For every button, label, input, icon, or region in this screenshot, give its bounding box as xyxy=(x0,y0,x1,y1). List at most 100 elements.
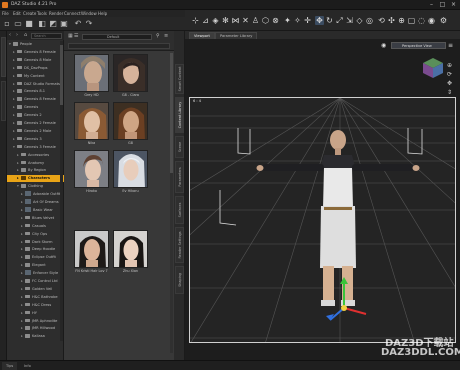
tab-viewport[interactable]: Viewport xyxy=(189,32,215,39)
tree-item[interactable]: ▸ Basic Wear xyxy=(7,206,64,214)
universal-tool-icon[interactable]: ✛ xyxy=(303,16,312,25)
region-navigator-icon[interactable]: ◈ xyxy=(211,16,220,25)
pan-icon[interactable]: ✣ xyxy=(387,16,396,25)
content-scrollbar[interactable] xyxy=(170,53,173,353)
tree-item[interactable]: ▸ Genesis 8.1 xyxy=(7,88,64,95)
smart-content-tab[interactable] xyxy=(1,37,6,77)
tree-item[interactable]: ▸ H&C Bathrobe xyxy=(7,294,64,301)
active-pose-icon[interactable]: ♙ xyxy=(251,16,260,25)
tree-item[interactable]: ▸ Characters xyxy=(7,175,64,183)
undo-icon[interactable]: ↶ xyxy=(73,19,83,29)
content-tile[interactable]: G8 xyxy=(113,102,148,148)
tree-item[interactable]: ▸ Anatomy xyxy=(7,160,64,167)
dolly-icon[interactable]: ⊕ xyxy=(397,16,406,25)
tab-scene[interactable]: Scene xyxy=(175,136,184,158)
tab-content-library[interactable]: Content Library xyxy=(175,97,184,133)
tree-item[interactable]: ▸ HY xyxy=(7,310,64,317)
open-icon[interactable]: ▭ xyxy=(13,19,23,29)
tab-render-settings[interactable]: Render Settings xyxy=(175,227,184,263)
scale-icon[interactable]: ⤢ xyxy=(335,16,344,25)
transform-icon[interactable]: ⬡ xyxy=(261,16,270,25)
tile-view-icon[interactable]: ▦ xyxy=(68,34,73,39)
menu-file[interactable]: File xyxy=(2,11,9,16)
spot-render-icon[interactable]: ✕ xyxy=(241,16,250,25)
forward-arrow-icon[interactable]: › xyxy=(16,33,21,38)
tree-item[interactable]: ▸ Deep Hoodie xyxy=(7,246,64,253)
tree-item[interactable]: ▸ Genesis 8 Female xyxy=(7,49,64,56)
tab-info[interactable]: Info xyxy=(20,362,35,370)
save-icon[interactable]: ■ xyxy=(24,19,34,29)
tree-item[interactable]: ▾ People xyxy=(7,41,64,48)
tree-item[interactable]: ▸ H&C Dress xyxy=(7,302,64,309)
camera-icon[interactable]: ◉ xyxy=(381,42,389,49)
content-scrollbar-thumb[interactable] xyxy=(170,53,173,173)
tree-item[interactable]: ▸ Blues Velvet xyxy=(7,215,64,222)
node-weight-icon[interactable]: ◉ xyxy=(427,16,436,25)
viewport-menu-icon[interactable]: ≡ xyxy=(448,42,456,49)
menu-render[interactable]: Render xyxy=(49,11,63,16)
tree-item[interactable]: ▾ Genesis 3 Female xyxy=(7,144,64,151)
joint-editor-icon[interactable]: ✻ xyxy=(221,16,230,25)
cube-icon[interactable]: ◇ xyxy=(355,16,364,25)
pan-view-icon[interactable]: ✥ xyxy=(447,79,456,88)
content-tile[interactable]: Hiroko xyxy=(74,150,109,196)
back-arrow-icon[interactable]: ‹ xyxy=(9,33,14,38)
tree-item[interactable]: ▸ Casuals xyxy=(7,223,64,230)
tree-item[interactable]: ▸ Art Of Dreams xyxy=(7,199,64,206)
scene-view[interactable]: 6 : 4 xyxy=(189,97,456,343)
tree-scrollbar-thumb[interactable] xyxy=(60,45,63,105)
menu-window[interactable]: Window xyxy=(81,11,97,16)
tree-item[interactable]: ▸ Genesis 2 Male xyxy=(7,128,64,135)
view-cube-icon[interactable] xyxy=(421,56,445,80)
content-library-tab[interactable] xyxy=(1,81,6,121)
orbit-icon[interactable]: ⟲ xyxy=(377,16,386,25)
tree-item[interactable]: ▸ JMR Hillwood xyxy=(7,325,64,332)
render-icon[interactable]: ◩ xyxy=(48,19,58,29)
panel-menu-icon[interactable]: ≡ xyxy=(164,34,169,39)
redo-icon[interactable]: ↷ xyxy=(84,19,94,29)
tree-item[interactable]: ▸ Genesis 8 Male xyxy=(7,57,64,64)
tree-item[interactable]: ▸ Dark Storm xyxy=(7,239,64,246)
list-view-icon[interactable]: ☰ xyxy=(74,34,79,39)
zoom-icon[interactable]: ⊕ xyxy=(447,61,456,70)
content-tile[interactable]: Ev Hikaru xyxy=(113,150,148,196)
tree-item[interactable]: ▸ Adorable Outfit xyxy=(7,191,64,198)
tree-item[interactable]: ▸ Genesis xyxy=(7,104,64,111)
content-filter-input[interactable] xyxy=(68,43,170,49)
menu-create[interactable]: Create xyxy=(23,11,36,16)
tree-item[interactable]: ▸ Eclipse Outfit xyxy=(7,254,64,261)
content-tile[interactable]: FN Kristi Hair Lov 7 xyxy=(74,230,109,276)
geometry-editor-icon[interactable]: ⋈ xyxy=(231,16,240,25)
tab-parameters[interactable]: Parameters xyxy=(175,161,184,193)
surface-selection-icon[interactable]: ⊿ xyxy=(201,16,210,25)
tab-shaping[interactable]: Shaping xyxy=(175,266,184,294)
tree-item[interactable]: ▸ Genesis 3 xyxy=(7,136,64,143)
close-button[interactable]: × xyxy=(448,1,459,9)
home-icon[interactable]: ⌂ xyxy=(24,33,29,38)
tree-item[interactable]: ▸ My Content xyxy=(7,73,64,80)
rotate-icon[interactable]: ↻ xyxy=(325,16,334,25)
menu-tools[interactable]: Tools xyxy=(37,11,47,16)
camera-select[interactable]: Perspective View xyxy=(391,42,446,49)
minimize-button[interactable]: – xyxy=(426,1,437,9)
figure-icon[interactable]: ✦ xyxy=(283,16,292,25)
lasso-icon[interactable]: ◌ xyxy=(417,16,426,25)
filter-icon[interactable]: ⚲ xyxy=(156,34,161,39)
tree-item[interactable]: ▸ Kallasa xyxy=(7,333,64,340)
translate-icon[interactable]: ⇲ xyxy=(345,16,354,25)
content-tile[interactable]: Grey HD xyxy=(74,54,109,100)
tab-parameter-library[interactable]: Parameter Library xyxy=(215,32,258,39)
tree-item[interactable]: ▸ Elegant xyxy=(7,262,64,269)
tab-tips[interactable]: Tips xyxy=(2,362,18,370)
tree-item[interactable]: ▸ Genesis 2 Female xyxy=(7,120,64,127)
frame-icon[interactable]: ▢ xyxy=(407,16,416,25)
orbit-view-icon[interactable]: ⟳ xyxy=(447,70,456,79)
new-scene-icon[interactable]: ▫ xyxy=(2,19,12,29)
maximize-button[interactable]: □ xyxy=(437,1,448,9)
search-input[interactable]: Search xyxy=(31,32,62,39)
menu-help[interactable]: Help xyxy=(98,11,107,16)
tree-item[interactable]: ▸ Enforcer Style xyxy=(7,270,64,277)
tree-item[interactable]: ▸ Golden Veil xyxy=(7,286,64,293)
tree-item[interactable]: ▸ DAZ Studio Formats xyxy=(7,81,64,88)
tree-item[interactable]: ▸ Genesis 8 Female xyxy=(7,96,64,103)
